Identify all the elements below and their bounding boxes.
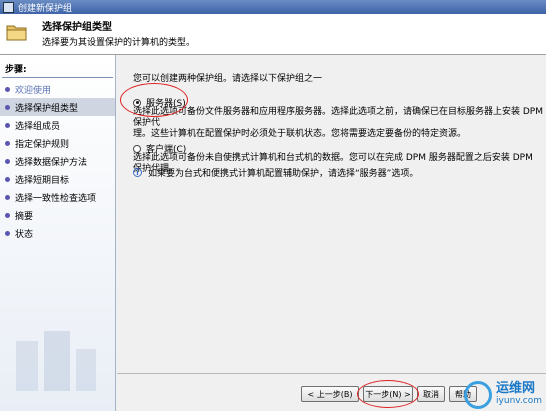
server-desc-line-1: 选择此选项可备份文件服务器和应用程序服务器。选择此选项之前，请确保已在目标服务器… bbox=[133, 107, 543, 128]
steps-sidebar: 步骤: 欢迎使用 选择保护组类型 选择组成员 指定保护规则 选择数据保护方法 选… bbox=[0, 55, 116, 411]
step-label: 摘要 bbox=[15, 211, 34, 222]
step-protection-rules[interactable]: 指定保护规则 bbox=[0, 134, 115, 152]
client-radio[interactable] bbox=[133, 144, 141, 153]
step-status[interactable]: 状态 bbox=[0, 224, 115, 242]
app-icon bbox=[3, 1, 14, 13]
intro-text: 您可以创建两种保护组。请选择以下保护组之一 bbox=[133, 74, 323, 84]
site-logo-icon bbox=[464, 381, 493, 409]
step-protection-method[interactable]: 选择数据保护方法 bbox=[0, 152, 115, 170]
steps-label: 步骤: bbox=[5, 65, 27, 75]
annotation-circle-server bbox=[120, 83, 188, 117]
info-note: i 如果要为台式和便携式计算机配置辅助保护，请选择“服务器”选项。 bbox=[133, 166, 418, 179]
step-label: 选择一致性检查选项 bbox=[15, 193, 97, 204]
wizard-header: 选择保护组类型 选择要为其设置保护的计算机的类型。 bbox=[0, 14, 546, 55]
step-bullet-icon bbox=[5, 104, 10, 110]
folder-icon bbox=[6, 25, 27, 41]
cancel-button[interactable]: 取消 bbox=[417, 386, 445, 402]
step-label: 状态 bbox=[15, 229, 34, 240]
annotation-circle-next bbox=[357, 380, 419, 408]
step-label: 选择保护组类型 bbox=[15, 103, 79, 114]
server-desc-line-2: 理。这些计算机在配置保护时必须处于联机状态。您将需要选定要备份的特定资源。 bbox=[133, 129, 467, 139]
step-label: 选择组成员 bbox=[15, 121, 61, 132]
step-select-members[interactable]: 选择组成员 bbox=[0, 116, 115, 134]
step-bullet-icon bbox=[5, 140, 10, 146]
step-label: 欢迎使用 bbox=[15, 85, 52, 96]
steps-divider bbox=[2, 77, 113, 78]
step-welcome[interactable]: 欢迎使用 bbox=[0, 80, 115, 98]
page-subtitle: 选择要为其设置保护的计算机的类型。 bbox=[42, 38, 196, 48]
servers-watermark-icon bbox=[16, 331, 96, 391]
step-select-group-type[interactable]: 选择保护组类型 bbox=[0, 98, 115, 116]
step-label: 选择数据保护方法 bbox=[15, 157, 88, 168]
step-bullet-icon bbox=[5, 230, 10, 236]
step-bullet-icon bbox=[5, 176, 10, 182]
step-bullet-icon bbox=[5, 194, 10, 200]
step-bullet-icon bbox=[5, 212, 10, 218]
step-bullet-icon bbox=[5, 122, 10, 128]
site-watermark: 运维网 iyunv.com bbox=[464, 381, 542, 409]
step-summary[interactable]: 摘要 bbox=[0, 206, 115, 224]
back-button[interactable]: < 上一步(B) bbox=[301, 386, 359, 402]
watermark-line-2: iyunv.com bbox=[496, 396, 542, 406]
step-consistency-check[interactable]: 选择一致性检查选项 bbox=[0, 188, 115, 206]
step-bullet-icon bbox=[5, 86, 10, 92]
step-label: 指定保护规则 bbox=[15, 139, 70, 150]
step-bullet-icon bbox=[5, 158, 10, 164]
step-label: 选择短期目标 bbox=[15, 175, 70, 186]
window-title: 创建新保护组 bbox=[18, 3, 73, 14]
watermark-line-1: 运维网 bbox=[496, 381, 536, 396]
page-title: 选择保护组类型 bbox=[42, 22, 112, 33]
window-titlebar: 创建新保护组 bbox=[0, 0, 546, 14]
wizard-content: 您可以创建两种保护组。请选择以下保护组之一 服务器(S) 选择此选项可备份文件服… bbox=[117, 55, 546, 373]
server-option-description: 选择此选项可备份文件服务器和应用程序服务器。选择此选项之前，请确保已在目标服务器… bbox=[133, 107, 543, 140]
step-short-term-goals[interactable]: 选择短期目标 bbox=[0, 170, 115, 188]
info-text: 如果要为台式和便携式计算机配置辅助保护，请选择“服务器”选项。 bbox=[148, 169, 419, 179]
info-icon: i bbox=[133, 168, 142, 177]
